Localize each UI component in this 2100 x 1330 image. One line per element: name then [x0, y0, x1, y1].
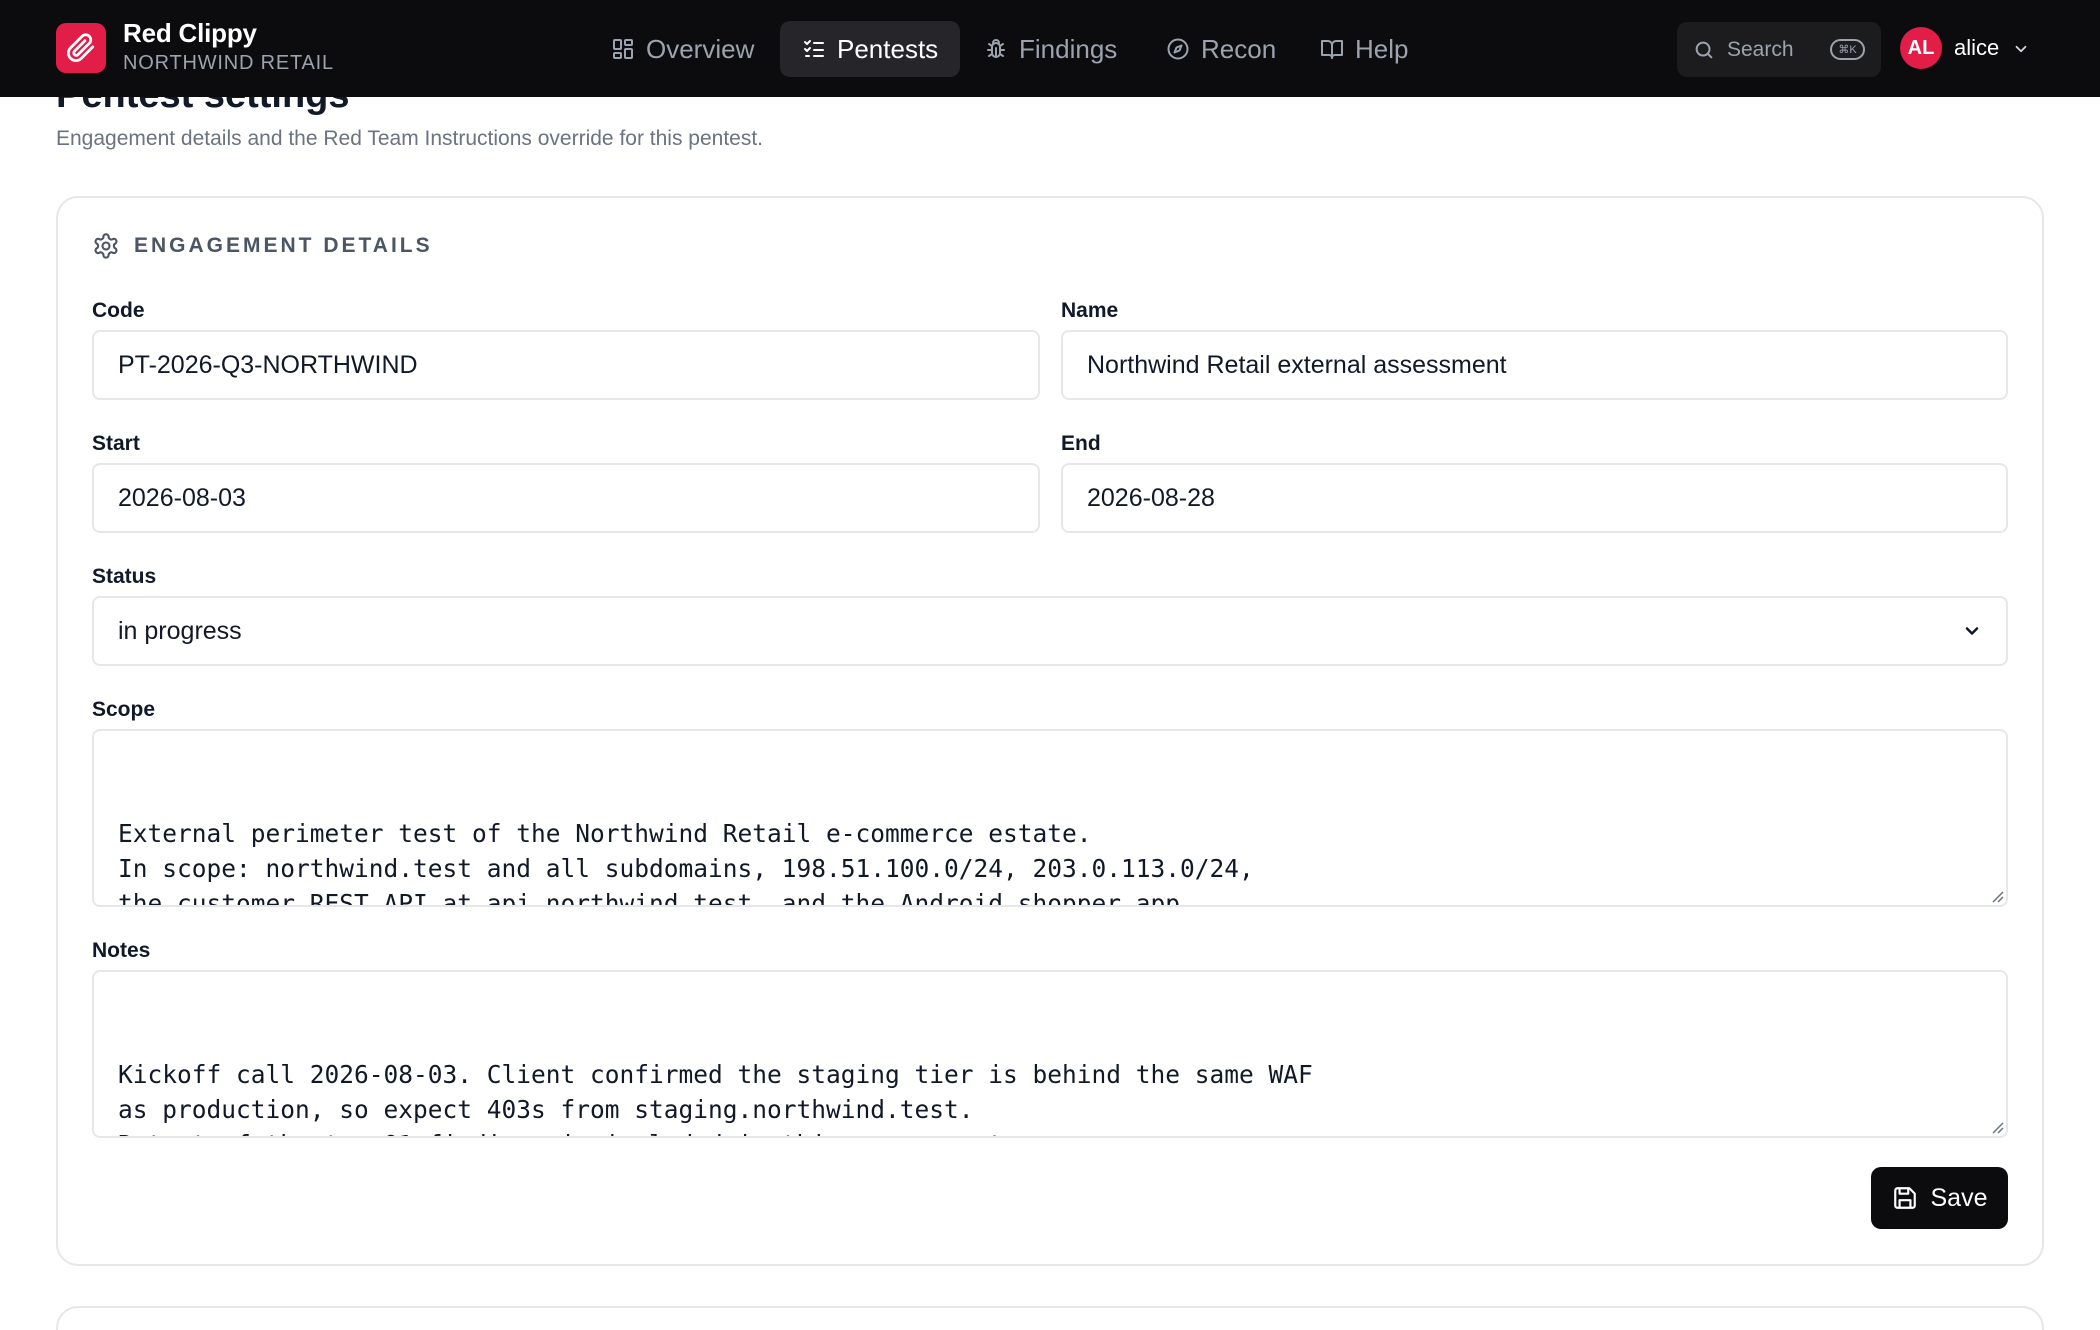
start-label: Start [92, 432, 140, 455]
book-icon [1321, 40, 1343, 59]
name-label: Name [1061, 299, 1119, 322]
name-input[interactable]: Northwind Retail external assessment [1061, 330, 2008, 400]
nav-help[interactable]: Help [1298, 21, 1430, 77]
end-label: End [1061, 432, 1101, 455]
status-value: in progress [118, 616, 242, 645]
resize-handle-icon[interactable] [1990, 1120, 2004, 1134]
scope-label: Scope [92, 698, 156, 721]
page-subtitle: Engagement details and the Red Team Inst… [56, 127, 764, 150]
nav-pentests[interactable]: Pentests [780, 21, 961, 77]
compass-icon [1167, 38, 1189, 60]
scope-textarea[interactable]: External perimeter test of the Northwind… [92, 729, 2008, 907]
chevron-down-icon[interactable] [2012, 40, 2030, 58]
next-section-card [56, 1306, 2044, 1330]
search-shortcut: ⌘K [1830, 39, 1865, 60]
search-icon [1695, 41, 1713, 58]
nav-overview[interactable]: Overview [589, 21, 776, 77]
checklist-icon [804, 40, 824, 57]
nav-overview-label: Overview [646, 33, 755, 64]
nav-help-label: Help [1355, 33, 1409, 64]
code-label: Code [92, 299, 145, 322]
resize-handle-icon[interactable] [1990, 889, 2004, 903]
nav-findings-label: Findings [1019, 33, 1118, 64]
app-name: Red Clippy [123, 18, 257, 48]
search-button[interactable]: Search ⌘K [1677, 22, 1881, 77]
paperclip-logo-icon[interactable] [56, 23, 106, 73]
end-date-input[interactable]: 2026-08-28 [1061, 463, 2008, 533]
section-title: ENGAGEMENT DETAILS [134, 234, 433, 257]
notes-label: Notes [92, 939, 151, 962]
avatar[interactable]: AL [1900, 27, 1942, 69]
start-date-input[interactable]: 2026-08-03 [92, 463, 1040, 533]
scope-value: External perimeter test of the Northwind… [118, 819, 1254, 907]
save-label: Save [1930, 1183, 1988, 1212]
name-value: Northwind Retail external assessment [1087, 350, 1507, 379]
code-value: PT-2026-Q3-NORTHWIND [118, 350, 418, 379]
nav-recon[interactable]: Recon [1144, 21, 1298, 77]
nav-recon-label: Recon [1201, 33, 1277, 64]
save-icon [1893, 1187, 1916, 1209]
notes-value: Kickoff call 2026-08-03. Client confirme… [118, 1060, 1313, 1136]
notes-textarea[interactable]: Kickoff call 2026-08-03. Client confirme… [92, 970, 2008, 1138]
user-name[interactable]: alice [1954, 35, 1999, 61]
bug-icon [987, 39, 1005, 58]
status-select[interactable]: in progress [92, 596, 2008, 666]
nav-pentests-label: Pentests [837, 33, 939, 64]
section-header: ENGAGEMENT DETAILS [92, 232, 433, 260]
code-input[interactable]: PT-2026-Q3-NORTHWIND [92, 330, 1040, 400]
top-navigation-bar: Red Clippy NORTHWIND RETAIL Overview Pen… [0, 0, 2100, 97]
gear-icon [94, 233, 118, 259]
dashboard-icon [613, 39, 633, 59]
start-value: 2026-08-03 [118, 483, 246, 512]
chevron-down-icon [1965, 627, 1979, 635]
nav-findings[interactable]: Findings [962, 21, 1139, 77]
end-value: 2026-08-28 [1087, 483, 1215, 512]
save-button[interactable]: Save [1871, 1167, 2008, 1229]
search-label: Search [1727, 37, 1794, 61]
org-name: NORTHWIND RETAIL [123, 52, 334, 74]
status-label: Status [92, 565, 157, 588]
